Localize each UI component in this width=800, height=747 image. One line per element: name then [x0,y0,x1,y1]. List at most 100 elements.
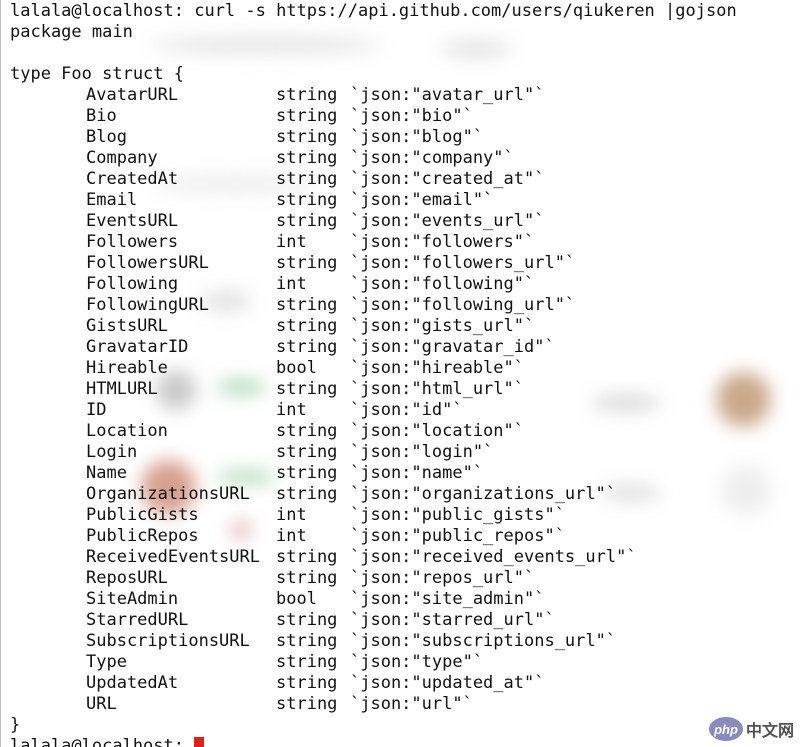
field-name: Location [86,421,168,441]
field-type: string [276,631,338,651]
field-tag: `json:"followers"` [350,232,535,252]
field-name: SiteAdmin [86,589,179,609]
field-tag: `json:"gists_url"` [350,316,535,336]
field-tag: `json:"events_url"` [350,211,545,231]
prompt-line[interactable]: lalala@localhost: [10,736,205,747]
field-type: string [276,379,338,399]
field-name: ID [86,400,107,420]
field-type: string [276,85,338,105]
command-line: lalala@localhost: curl -s https://api.gi… [10,1,737,22]
field-type: string [276,316,338,336]
field-tag: `json:"updated_at"` [350,673,545,693]
struct-open-line: type Foo struct { [10,64,184,85]
field-type: string [276,148,338,168]
field-tag: `json:"repos_url"` [350,568,535,588]
field-name: Followers [86,232,179,252]
field-tag: `json:"site_admin"` [350,589,545,609]
blur-blob [231,520,251,540]
field-type: string [276,484,338,504]
field-tag: `json:"public_repos"` [350,526,565,546]
blur-blob [151,35,381,55]
field-name: UpdatedAt [86,673,179,693]
field-name: AvatarURL [86,85,179,105]
struct-close-text: } [10,715,21,735]
field-name: ReceivedEventsURL [86,547,260,567]
field-type: int [276,232,307,252]
field-tag: `json:"bio"` [350,106,473,126]
field-tag: `json:"hireable"` [350,358,524,378]
field-type: string [276,463,338,483]
command-text: lalala@localhost: curl -s https://api.gi… [10,1,737,21]
field-tag: `json:"starred_url"` [350,610,555,630]
field-tag: `json:"followers_url"` [350,253,576,273]
field-name: Type [86,652,127,672]
watermark-logo-text: php [714,721,738,737]
field-type: int [276,400,307,420]
field-name: EventsURL [86,211,179,231]
field-name: OrganizationsURL [86,484,250,504]
blur-blob [721,465,771,515]
terminal-window[interactable]: lalala@localhost: curl -s https://api.gi… [0,0,800,747]
field-tag: `json:"html_url"` [350,379,524,399]
watermark: php 中文网 [708,717,794,741]
field-name: StarredURL [86,610,189,630]
field-name: Name [86,463,127,483]
package-text: package main [10,22,133,42]
field-name: Hireable [86,358,168,378]
field-name: PublicGists [86,505,199,525]
blur-blob [591,395,661,411]
field-tag: `json:"received_events_url"` [350,547,637,567]
field-name: ReposURL [86,568,168,588]
blur-blob [216,470,276,484]
blur-blob [216,380,266,394]
field-type: string [276,337,338,357]
field-tag: `json:"type"` [350,652,484,672]
field-type: bool [276,358,317,378]
field-name: Bio [86,106,117,126]
package-line: package main [10,22,133,43]
field-name: URL [86,694,117,714]
field-type: string [276,652,338,672]
field-tag: `json:"following_url"` [350,295,576,315]
field-tag: `json:"subscriptions_url"` [350,631,617,651]
field-name: HTMLURL [86,379,158,399]
field-type: string [276,190,338,210]
field-tag: `json:"gravatar_id"` [350,337,555,357]
struct-open-text: type Foo struct { [10,64,184,84]
field-type: string [276,211,338,231]
field-tag: `json:"location"` [350,421,524,441]
field-tag: `json:"company"` [350,148,514,168]
field-tag: `json:"name"` [350,463,484,483]
field-type: string [276,442,338,462]
php-logo-icon: php [708,717,743,741]
field-type: string [276,694,338,714]
watermark-site-text: 中文网 [745,723,794,740]
field-name: GravatarID [86,337,189,357]
cursor [194,737,205,747]
field-type: string [276,421,338,441]
field-name: CreatedAt [86,169,179,189]
prompt-text: lalala@localhost: [10,736,195,747]
field-type: string [276,253,338,273]
field-tag: `json:"created_at"` [350,169,545,189]
field-type: string [276,169,338,189]
field-tag: `json:"login"` [350,442,494,462]
field-name: FollowingURL [86,295,209,315]
field-name: SubscriptionsURL [86,631,250,651]
field-type: int [276,505,307,525]
field-type: string [276,610,338,630]
field-type: int [276,274,307,294]
field-type: string [276,127,338,147]
field-type: string [276,568,338,588]
field-type: string [276,547,338,567]
field-name: Login [86,442,138,462]
field-tag: `json:"public_gists"` [350,505,565,525]
blur-blob [441,40,511,58]
field-tag: `json:"following"` [350,274,535,294]
field-tag: `json:"blog"` [350,127,484,147]
field-type: string [276,106,338,126]
field-name: Email [86,190,138,210]
field-name: Blog [86,127,127,147]
struct-close-line: } [10,715,20,736]
field-name: Company [86,148,158,168]
